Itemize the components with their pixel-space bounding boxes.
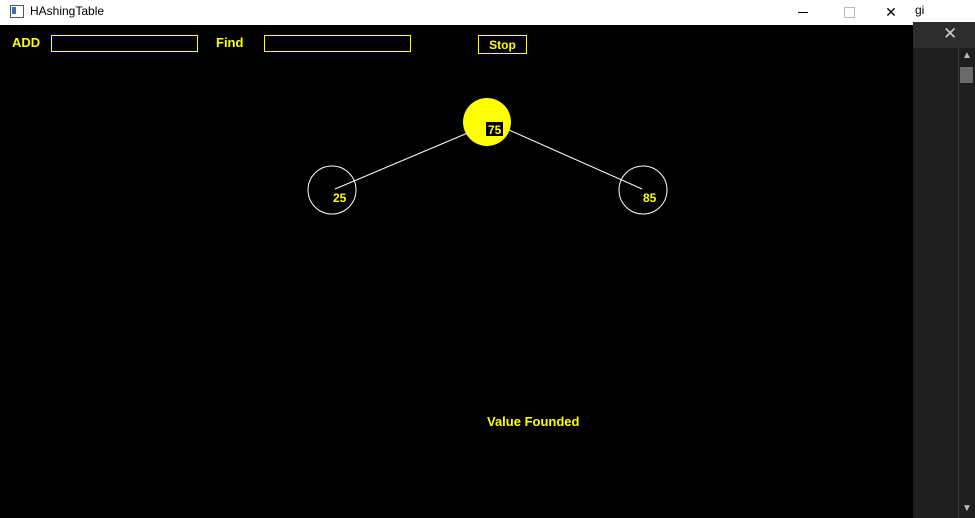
minimize-button[interactable]	[780, 0, 826, 25]
background-window: gi ✕ ▲ ▼	[913, 0, 975, 518]
scroll-up-icon[interactable]: ▲	[962, 50, 972, 61]
maximize-button[interactable]	[826, 0, 872, 25]
node-value: 25	[333, 191, 347, 205]
minimize-icon	[798, 12, 808, 13]
background-window-tab: gi	[913, 0, 975, 22]
right-node-circle	[618, 165, 668, 215]
edge-root-right	[499, 125, 643, 190]
scrollbar[interactable]	[958, 48, 975, 518]
tree-node-root: 75	[463, 98, 511, 146]
app-window: HAshingTable ✕ ADD Find Stop 75 25 85 Va…	[0, 0, 913, 518]
tree-node-left: 25	[307, 165, 357, 215]
node-value: 75	[488, 123, 502, 137]
maximize-icon	[843, 7, 855, 18]
window-title: HAshingTable	[30, 4, 105, 18]
left-node-circle	[307, 165, 357, 215]
scroll-thumb[interactable]	[960, 67, 973, 83]
drawing-canvas: ADD Find Stop 75 25 85 Value Founded	[2, 25, 913, 518]
title-bar: HAshingTable ✕	[0, 0, 913, 25]
status-text: Value Founded	[487, 414, 580, 429]
background-tab-text: gi	[915, 3, 925, 17]
close-icon: ✕	[885, 4, 897, 20]
app-icon	[10, 5, 24, 18]
background-close-icon[interactable]: ✕	[943, 25, 957, 43]
node-value: 85	[643, 191, 657, 205]
tree-view: 75 25 85	[307, 98, 668, 215]
tree-node-right: 85	[618, 165, 668, 215]
edge-root-left	[334, 131, 471, 190]
close-button[interactable]: ✕	[868, 0, 914, 25]
scroll-down-icon[interactable]: ▼	[962, 503, 972, 514]
